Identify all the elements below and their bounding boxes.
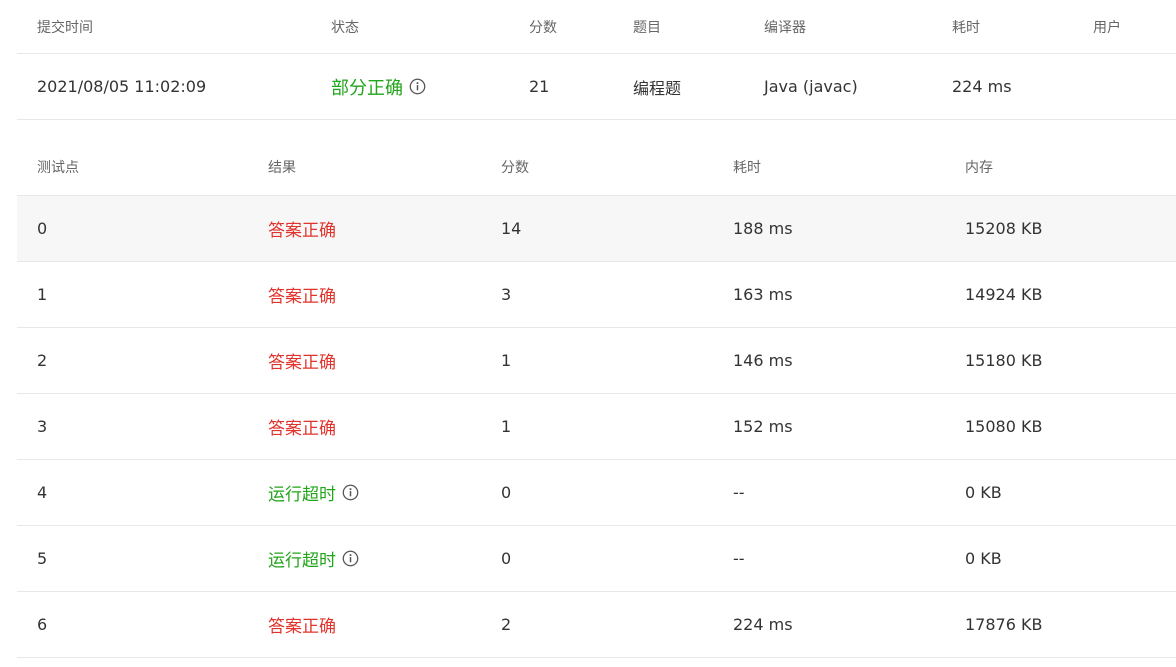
testcase-memory: 15180 KB (965, 351, 1043, 370)
testcase-score: 14 (501, 219, 522, 238)
testcase-row: 5 运行超时 0 -- 0 KB (17, 526, 1176, 592)
testcase-time: -- (733, 549, 745, 568)
testcase-result-text: 答案正确 (268, 353, 336, 373)
info-circle-icon[interactable] (409, 78, 426, 95)
testcase-memory: 15208 KB (965, 219, 1043, 238)
testcase-memory: 0 KB (965, 483, 1002, 502)
header-case-score: 分数 (501, 159, 529, 176)
submission-table-header: 提交时间 状态 分数 题目 编译器 耗时 用户 (17, 0, 1176, 54)
testcase-result: 答案正确 (268, 196, 336, 261)
testcase-row: 2 答案正确 1 146 ms 15180 KB (17, 328, 1176, 394)
testcase-time: -- (733, 483, 745, 502)
testcase-result-text: 运行超时 (268, 551, 336, 571)
testcase-score: 1 (501, 351, 512, 370)
info-circle-icon[interactable] (342, 484, 359, 501)
testcase-time: 146 ms (733, 351, 793, 370)
testcase-id: 2 (37, 351, 48, 370)
testcase-score: 0 (501, 549, 512, 568)
testcase-result-text: 答案正确 (268, 221, 336, 241)
testcase-result-text: 运行超时 (268, 485, 336, 505)
testcase-time: 163 ms (733, 285, 793, 304)
testcase-id: 1 (37, 285, 48, 304)
testcase-score: 0 (501, 483, 512, 502)
testcase-row: 4 运行超时 0 -- 0 KB (17, 460, 1176, 526)
testcase-row: 1 答案正确 3 163 ms 14924 KB (17, 262, 1176, 328)
testcase-time: 224 ms (733, 615, 793, 634)
testcase-result[interactable]: 运行超时 (268, 526, 359, 591)
testcase-memory: 17876 KB (965, 615, 1043, 634)
testcase-row: 0 答案正确 14 188 ms 15208 KB (17, 196, 1176, 262)
header-testcase: 测试点 (37, 159, 79, 176)
submission-status[interactable]: 部分正确 (331, 54, 426, 119)
testcase-row: 6 答案正确 2 224 ms 17876 KB (17, 592, 1176, 658)
info-circle-icon[interactable] (342, 550, 359, 567)
header-user: 用户 (1093, 19, 1121, 36)
testcase-result: 答案正确 (268, 394, 336, 459)
header-memory: 内存 (965, 159, 993, 176)
header-case-time: 耗时 (733, 159, 761, 176)
testcase-row: 3 答案正确 1 152 ms 15080 KB (17, 394, 1176, 460)
testcase-time: 188 ms (733, 219, 793, 238)
testcase-score: 3 (501, 285, 512, 304)
testcase-result-text: 答案正确 (268, 287, 336, 307)
testcase-memory: 0 KB (965, 549, 1002, 568)
testcase-score: 1 (501, 417, 512, 436)
header-submit-time: 提交时间 (37, 19, 93, 36)
testcase-id: 4 (37, 483, 48, 502)
testcase-id: 5 (37, 549, 48, 568)
header-status: 状态 (331, 19, 359, 36)
submission-problem[interactable]: 编程题 (633, 54, 681, 119)
submission-compiler: Java (javac) (764, 77, 858, 96)
testcase-id: 6 (37, 615, 48, 634)
testcase-table-header: 测试点 结果 分数 耗时 内存 (17, 138, 1176, 196)
header-problem: 题目 (633, 19, 661, 36)
testcase-result-text: 答案正确 (268, 419, 336, 439)
header-compiler: 编译器 (764, 19, 806, 36)
testcase-time: 152 ms (733, 417, 793, 436)
testcase-result-text: 答案正确 (268, 617, 336, 637)
submission-time: 2021/08/05 11:02:09 (37, 77, 207, 96)
testcase-memory: 14924 KB (965, 285, 1043, 304)
testcase-result[interactable]: 运行超时 (268, 460, 359, 525)
testcase-score: 2 (501, 615, 512, 634)
testcase-memory: 15080 KB (965, 417, 1043, 436)
submission-row: 2021/08/05 11:02:09 部分正确 21 编程题 Java (ja… (17, 54, 1176, 120)
submission-score: 21 (529, 77, 550, 96)
status-text: 部分正确 (331, 77, 403, 99)
testcase-result: 答案正确 (268, 328, 336, 393)
testcase-result: 答案正确 (268, 262, 336, 327)
header-score: 分数 (529, 19, 557, 36)
submission-table: 提交时间 状态 分数 题目 编译器 耗时 用户 2021/08/05 11:02… (17, 0, 1176, 120)
testcase-id: 3 (37, 417, 48, 436)
header-result: 结果 (268, 159, 296, 176)
submission-duration: 224 ms (952, 77, 1012, 96)
header-duration: 耗时 (952, 19, 980, 36)
testcase-result: 答案正确 (268, 592, 336, 657)
testcase-id: 0 (37, 219, 48, 238)
